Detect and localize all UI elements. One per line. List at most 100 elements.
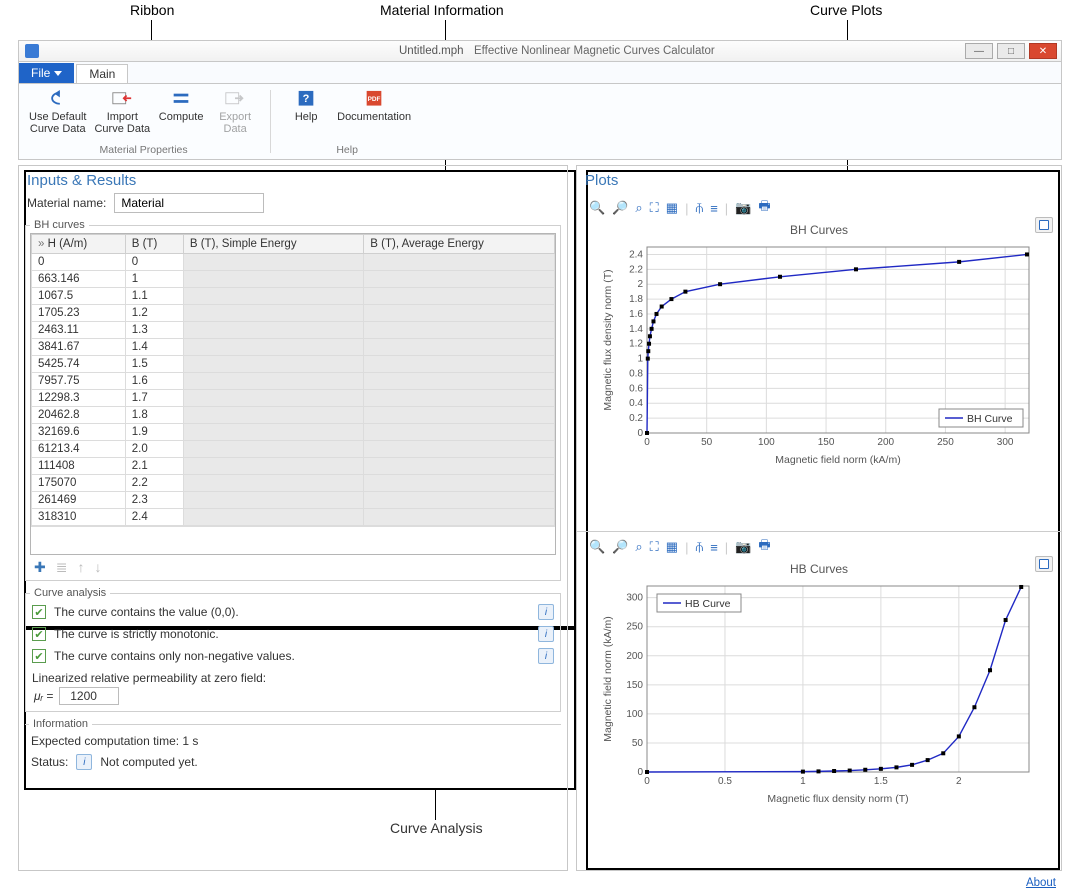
column-header[interactable]: » H (A/m) — [32, 235, 126, 254]
table-cell[interactable] — [364, 271, 555, 288]
table-cell[interactable] — [364, 339, 555, 356]
table-cell[interactable] — [183, 271, 363, 288]
table-cell[interactable]: 2.0 — [125, 441, 183, 458]
help-button[interactable]: ?Help — [279, 88, 333, 142]
zoom-in-icon[interactable]: 🔍 — [589, 539, 605, 555]
table-cell[interactable] — [183, 390, 363, 407]
reset-icon[interactable]: ▦ — [666, 539, 678, 555]
table-cell[interactable]: 3841.67 — [32, 339, 126, 356]
table-cell[interactable] — [183, 509, 363, 526]
info-icon[interactable]: i — [538, 648, 554, 664]
table-cell[interactable] — [364, 492, 555, 509]
table-cell[interactable]: 663.146 — [32, 271, 126, 288]
table-row[interactable]: 3183102.4 — [32, 509, 555, 526]
table-cell[interactable]: 0 — [32, 254, 126, 271]
table-cell[interactable]: 1.3 — [125, 322, 183, 339]
table-row[interactable]: 1114082.1 — [32, 458, 555, 475]
column-header[interactable]: B (T), Simple Energy — [183, 235, 363, 254]
table-cell[interactable] — [364, 390, 555, 407]
table-cell[interactable] — [364, 458, 555, 475]
snapshot-icon[interactable]: 📷 — [735, 539, 751, 555]
table-cell[interactable]: 5425.74 — [32, 356, 126, 373]
table-row[interactable]: 00 — [32, 254, 555, 271]
table-cell[interactable] — [364, 407, 555, 424]
table-row[interactable]: 12298.31.7 — [32, 390, 555, 407]
table-cell[interactable]: 32169.6 — [32, 424, 126, 441]
table-cell[interactable]: 1 — [125, 271, 183, 288]
table-cell[interactable] — [183, 288, 363, 305]
table-cell[interactable] — [183, 305, 363, 322]
table-cell[interactable] — [364, 356, 555, 373]
zoom-box-icon[interactable]: ⌕ — [635, 200, 642, 216]
use-default-button[interactable]: Use DefaultCurve Data — [25, 88, 90, 142]
table-row[interactable]: 20462.81.8 — [32, 407, 555, 424]
table-row[interactable]: 2614692.3 — [32, 492, 555, 509]
table-cell[interactable]: 175070 — [32, 475, 126, 492]
table-cell[interactable]: 1.4 — [125, 339, 183, 356]
material-name-input[interactable] — [114, 193, 264, 213]
minimize-button[interactable]: — — [965, 43, 993, 59]
compute-button[interactable]: Compute — [154, 88, 208, 142]
table-cell[interactable]: 61213.4 — [32, 441, 126, 458]
table-cell[interactable]: 318310 — [32, 509, 126, 526]
file-tab[interactable]: File — [19, 63, 74, 83]
table-row[interactable]: 7957.751.6 — [32, 373, 555, 390]
main-tab[interactable]: Main — [76, 64, 128, 83]
table-cell[interactable] — [183, 322, 363, 339]
table-cell[interactable]: 20462.8 — [32, 407, 126, 424]
table-cell[interactable]: 2.2 — [125, 475, 183, 492]
table-cell[interactable] — [364, 475, 555, 492]
table-cell[interactable] — [183, 356, 363, 373]
zoom-extents-icon[interactable]: ⛶ — [650, 200, 659, 216]
table-cell[interactable]: 2.4 — [125, 509, 183, 526]
table-cell[interactable] — [183, 424, 363, 441]
table-row[interactable]: 1705.231.2 — [32, 305, 555, 322]
log-x-icon[interactable]: ⫚ — [695, 539, 703, 555]
table-cell[interactable]: 2463.11 — [32, 322, 126, 339]
close-button[interactable]: ✕ — [1029, 43, 1057, 59]
reset-icon[interactable]: ▦ — [666, 200, 678, 216]
table-row[interactable]: 32169.61.9 — [32, 424, 555, 441]
table-cell[interactable] — [364, 373, 555, 390]
table-row[interactable]: 5425.741.5 — [32, 356, 555, 373]
zoom-extents-icon[interactable]: ⛶ — [650, 539, 659, 555]
table-cell[interactable]: 1.7 — [125, 390, 183, 407]
column-header[interactable]: B (T), Average Energy — [364, 235, 555, 254]
table-cell[interactable] — [364, 305, 555, 322]
info-icon[interactable]: i — [538, 626, 554, 642]
table-cell[interactable]: 111408 — [32, 458, 126, 475]
table-row[interactable]: 2463.111.3 — [32, 322, 555, 339]
table-row[interactable]: 1750702.2 — [32, 475, 555, 492]
table-cell[interactable] — [364, 322, 555, 339]
table-cell[interactable] — [183, 407, 363, 424]
table-cell[interactable]: 2.3 — [125, 492, 183, 509]
zoom-out-icon[interactable]: 🔎 — [612, 200, 628, 216]
log-x-icon[interactable]: ⫚ — [695, 200, 703, 216]
zoom-in-icon[interactable]: 🔍 — [589, 200, 605, 216]
zoom-box-icon[interactable]: ⌕ — [635, 539, 642, 555]
table-cell[interactable]: 2.1 — [125, 458, 183, 475]
table-row[interactable]: 61213.42.0 — [32, 441, 555, 458]
import-button[interactable]: ImportCurve Data — [90, 88, 154, 142]
bh-data-table[interactable]: » H (A/m)B (T)B (T), Simple EnergyB (T),… — [31, 234, 555, 526]
table-cell[interactable] — [183, 458, 363, 475]
table-cell[interactable] — [364, 424, 555, 441]
table-cell[interactable]: 1.6 — [125, 373, 183, 390]
table-row[interactable]: 1067.51.1 — [32, 288, 555, 305]
table-cell[interactable]: 12298.3 — [32, 390, 126, 407]
snapshot-icon[interactable]: 📷 — [735, 200, 751, 216]
about-link[interactable]: About — [1026, 877, 1056, 889]
table-cell[interactable] — [364, 509, 555, 526]
table-cell[interactable]: 1.1 — [125, 288, 183, 305]
table-cell[interactable]: 1705.23 — [32, 305, 126, 322]
table-cell[interactable]: 0 — [125, 254, 183, 271]
table-cell[interactable]: 1.8 — [125, 407, 183, 424]
table-cell[interactable]: 1067.5 — [32, 288, 126, 305]
table-cell[interactable] — [364, 441, 555, 458]
detach-plot-button[interactable] — [1035, 556, 1053, 572]
table-cell[interactable]: 1.9 — [125, 424, 183, 441]
print-icon[interactable]: 🖶 — [758, 536, 770, 558]
log-y-icon[interactable]: ≡ — [710, 540, 718, 555]
add-row-icon[interactable]: ✚ — [34, 559, 46, 576]
log-y-icon[interactable]: ≡ — [710, 201, 718, 216]
